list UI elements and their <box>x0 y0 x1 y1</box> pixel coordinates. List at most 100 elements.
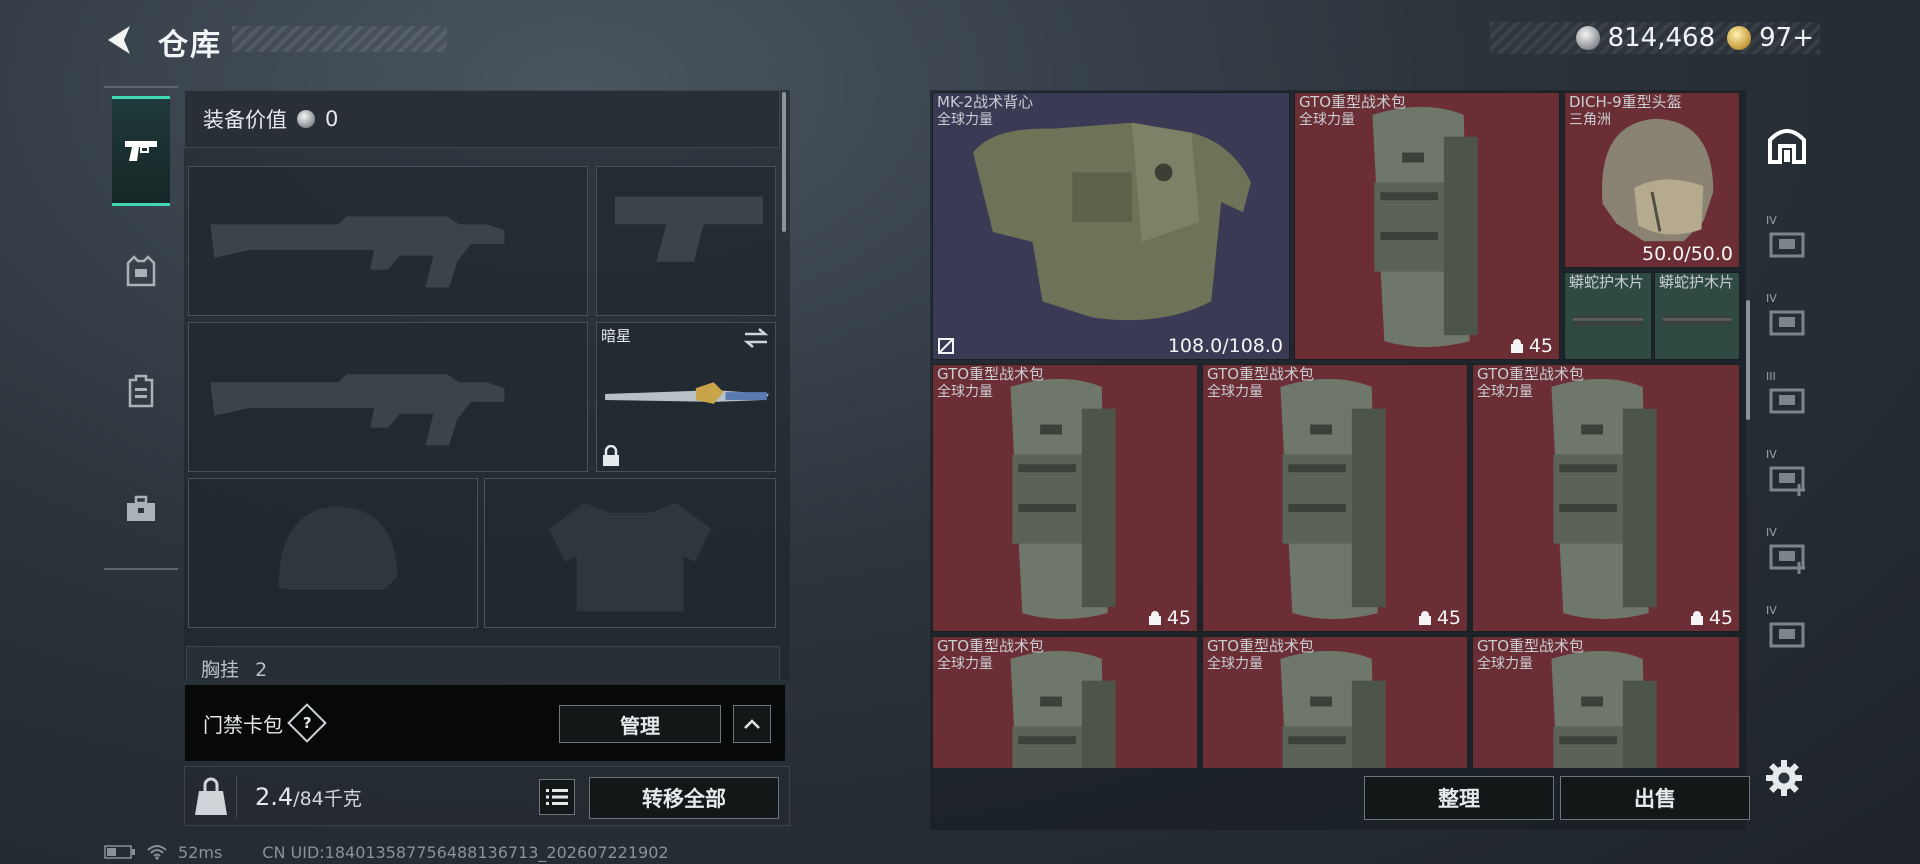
help-text: ? <box>302 713 312 732</box>
knife-icon <box>605 382 769 404</box>
item-name: GTO重型战术包 <box>1207 365 1315 383</box>
currency-silver[interactable]: 814,468 <box>1575 23 1715 53</box>
silver-coin-icon <box>297 110 315 128</box>
storage-tab[interactable]: III <box>1762 366 1812 430</box>
item-value-text: 50.0/50.0 <box>1641 243 1733 265</box>
melee-slot[interactable]: 暗星 <box>596 322 776 472</box>
capacity-icon <box>1418 611 1431 625</box>
gear-icon <box>1766 760 1802 796</box>
inventory-scrollbar[interactable] <box>1746 300 1750 420</box>
inventory-item[interactable]: GTO重型战术包 全球力量 45 <box>1294 92 1560 360</box>
back-arrow-icon[interactable] <box>100 20 140 60</box>
storage-tab[interactable]: IV <box>1762 288 1812 352</box>
item-name: GTO重型战术包 <box>937 637 1045 655</box>
weight-icon <box>193 775 237 819</box>
tab-backpack[interactable] <box>112 336 170 446</box>
item-source: 全球力量 <box>1477 384 1533 400</box>
sell-button[interactable]: 出售 <box>1560 776 1750 820</box>
item-value: 45 <box>1689 607 1733 629</box>
chest-rig-row[interactable]: 胸挂 2 <box>186 646 780 680</box>
item-value-text: 45 <box>1528 335 1553 357</box>
body-armor-slot[interactable] <box>484 478 776 628</box>
backpack-icon <box>128 374 154 408</box>
storage-add-icon <box>1769 466 1805 496</box>
item-name: GTO重型战术包 <box>1207 637 1315 655</box>
uid-text: CN UID:184013587756488136713_20260722190… <box>262 842 669 862</box>
helmet-slot[interactable] <box>188 478 478 628</box>
equipment-value: 0 <box>325 107 339 131</box>
keycard-bar: 门禁卡包 ? 管理 <box>184 684 786 762</box>
item-source: 全球力量 <box>937 384 993 400</box>
weight-bar: 2.4/84千克 转移全部 <box>184 766 790 826</box>
item-source: 全球力量 <box>937 656 993 672</box>
inventory-item[interactable]: DICH-9重型头盔 三角洲 50.0/50.0 <box>1564 92 1740 268</box>
storage-tab[interactable] <box>1762 112 1812 176</box>
currency-gold[interactable]: 97+ <box>1727 23 1814 53</box>
vest-silhouette-icon <box>549 502 711 612</box>
equipment-value-label: 装备价值 <box>203 108 287 132</box>
inventory-item[interactable]: GTO重型战术包 全球力量 45 <box>932 364 1198 632</box>
inventory-item[interactable]: 蟒蛇护木片 <box>1654 272 1740 360</box>
storage-tier: IV <box>1766 292 1777 305</box>
inventory-item[interactable]: MK-2战术背心 全球力量 108.0/108.0 <box>932 92 1290 360</box>
list-icon <box>546 789 568 805</box>
inventory-item[interactable]: GTO重型战术包 全球力量 <box>1202 636 1468 768</box>
ping-text: 52ms <box>178 842 223 862</box>
item-value: 45 <box>1509 335 1553 357</box>
rifle-silhouette-icon <box>210 374 505 446</box>
chest-rig-label: 胸挂 <box>201 659 240 680</box>
list-view-button[interactable] <box>539 779 575 815</box>
lock-icon <box>603 445 619 466</box>
storage-add-icon <box>1769 544 1805 574</box>
item-name: MK-2战术背心 <box>937 93 1034 111</box>
backpack-icon <box>1010 378 1116 620</box>
settings-button[interactable] <box>1764 758 1804 798</box>
inventory-item[interactable]: GTO重型战术包 全球力量 45 <box>1472 364 1740 632</box>
equipment-scrollbar[interactable] <box>782 92 786 232</box>
currency-value: 97+ <box>1759 23 1814 53</box>
help-icon[interactable]: ? <box>287 703 327 743</box>
storage-tier: IV <box>1766 526 1777 539</box>
secondary-weapon-slot[interactable] <box>188 322 588 472</box>
inventory-item[interactable]: GTO重型战术包 全球力量 <box>932 636 1198 768</box>
item-source: 全球力量 <box>1207 384 1263 400</box>
manage-button[interactable]: 管理 <box>559 705 721 743</box>
tab-weapons[interactable] <box>112 96 170 206</box>
storage-case-icon <box>1769 388 1805 414</box>
storage-tab[interactable]: IV <box>1762 210 1812 274</box>
item-value-text: 108.0/108.0 <box>1167 335 1283 357</box>
storage-tab[interactable]: IV <box>1762 600 1812 664</box>
toolbox-icon <box>127 495 155 521</box>
item-value-text: 45 <box>1166 607 1191 629</box>
inventory-item[interactable]: GTO重型战术包 全球力量 <box>1472 636 1740 768</box>
expand-button[interactable] <box>733 705 771 743</box>
item-source: 全球力量 <box>1299 112 1355 128</box>
storage-case-icon <box>1769 310 1805 336</box>
storage-tab[interactable]: IV <box>1762 522 1812 586</box>
no-repair-icon <box>938 338 954 354</box>
sidearm-slot[interactable] <box>596 166 776 316</box>
storage-tab-rail: IV IV III IV IV IV <box>1756 90 1816 830</box>
tactical-vest-icon <box>973 122 1251 321</box>
tab-items[interactable] <box>112 454 170 564</box>
storage-tab[interactable]: IV <box>1762 444 1812 508</box>
rifle-silhouette-icon <box>210 216 505 288</box>
inventory-panel: MK-2战术背心 全球力量 108.0/108.0 GTO重型战术包 全球力量 45 DIC… <box>930 90 1746 830</box>
storage-tier: IV <box>1766 214 1777 227</box>
tab-armor[interactable] <box>112 216 170 326</box>
equipment-value-header: 装备价值 0 <box>184 90 780 148</box>
item-source: 全球力量 <box>1207 656 1263 672</box>
transfer-all-button[interactable]: 转移全部 <box>589 777 779 819</box>
inventory-item[interactable]: GTO重型战术包 全球力量 45 <box>1202 364 1468 632</box>
gold-coin-icon <box>1727 26 1752 50</box>
armor-vest-icon <box>126 255 156 287</box>
storage-tier: IV <box>1766 448 1777 461</box>
inventory-item[interactable]: 蟒蛇护木片 <box>1564 272 1652 360</box>
item-name: GTO重型战术包 <box>1477 637 1585 655</box>
sort-button[interactable]: 整理 <box>1364 776 1554 820</box>
item-value: 108.0/108.0 <box>1168 335 1283 357</box>
inventory-grid: MK-2战术背心 全球力量 108.0/108.0 GTO重型战术包 全球力量 45 DIC… <box>932 92 1740 768</box>
primary-weapon-slot[interactable] <box>188 166 588 316</box>
backpack-icon <box>1280 378 1386 620</box>
wifi-icon <box>147 845 167 860</box>
